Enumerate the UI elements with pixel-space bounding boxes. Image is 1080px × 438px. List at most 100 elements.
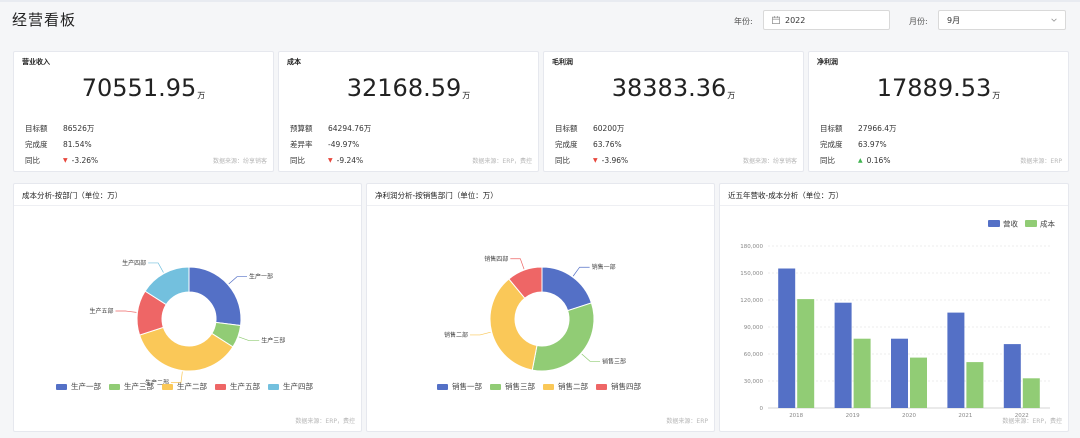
legend-swatch xyxy=(543,383,554,390)
legend-swatch xyxy=(596,383,607,390)
bar-revenue[interactable] xyxy=(947,312,965,408)
legend-swatch xyxy=(109,383,120,390)
kpi-row: 预算额 64294.76万 xyxy=(290,124,372,133)
bar-revenue[interactable] xyxy=(1003,344,1021,408)
bar-cost[interactable] xyxy=(1022,378,1040,408)
net-profit-by-sales-panel: 净利润分析-按销售部门（单位：万） 销售一部 销售三部 销售二部 销售四部 销售一部销… xyxy=(366,183,715,432)
legend-label: 生产三部 xyxy=(124,382,154,391)
slice-label: 生产一部 xyxy=(249,273,273,281)
legend-swatch xyxy=(215,383,226,390)
divider xyxy=(367,205,714,206)
slice-label: 生产三部 xyxy=(261,337,285,345)
kpi-title: 成本 xyxy=(287,58,301,66)
y-tick-label: 180,000 xyxy=(740,244,763,250)
kpi-value: 70551.95万 xyxy=(81,74,206,102)
y-tick-label: 150,000 xyxy=(740,271,763,277)
legend-item[interactable]: 生产二部 xyxy=(162,381,207,392)
trend-down-icon: ▼ xyxy=(328,157,333,164)
legend-swatch xyxy=(490,383,501,390)
legend-label: 销售三部 xyxy=(505,382,535,391)
trend-down-icon: ▼ xyxy=(63,157,68,164)
data-source: 数据来源：纷享销客 xyxy=(742,158,797,165)
bar-revenue[interactable] xyxy=(891,338,908,408)
bar-revenue[interactable] xyxy=(778,268,796,409)
x-tick-label: 2019 xyxy=(846,413,860,419)
legend-label[interactable]: 营收 xyxy=(1003,219,1018,229)
kpi-row: 差异率 -49.97% xyxy=(290,140,360,149)
legend-label: 生产二部 xyxy=(177,382,207,391)
slice-label-line xyxy=(238,336,260,342)
data-source: 数据来源：ERP，费控 xyxy=(295,418,355,425)
y-tick-label: 120,000 xyxy=(740,298,763,304)
kpi-value: 32168.59万 xyxy=(346,74,471,102)
kpi-value: 38383.36万 xyxy=(611,74,736,102)
kpi-card-cost: 成本 32168.59万 预算额 64294.76万 差异率 -49.97% 同比 ▼… xyxy=(278,51,539,172)
revenue-cost-trend-panel: 近五年营收-成本分析（单位：万） 0 30,000 60,000 90,000 120,… xyxy=(719,183,1069,432)
kpi-row: 同比 ▼ -3.96% xyxy=(555,156,629,165)
bar-revenue[interactable] xyxy=(834,302,852,408)
kpi-title: 营业收入 xyxy=(22,58,50,66)
month-select[interactable]: 9月 xyxy=(938,10,1066,30)
slice-label-line xyxy=(470,331,491,336)
kpi-row: 完成度 63.76% xyxy=(555,140,622,149)
donut-slice[interactable] xyxy=(188,266,242,327)
page-title: 经营看板 xyxy=(12,11,77,29)
legend-item[interactable]: 生产三部 xyxy=(109,381,154,392)
cost-legend: 生产一部 生产三部 生产二部 生产五部 生产四部 xyxy=(56,381,321,392)
legend-label: 生产四部 xyxy=(283,382,313,391)
chevron-down-icon xyxy=(1051,18,1057,22)
slice-label-line xyxy=(581,353,601,362)
kpi-row: 同比 ▼ -9.24% xyxy=(290,156,364,165)
donut-slice[interactable] xyxy=(531,302,595,372)
legend-item[interactable]: 销售三部 xyxy=(490,381,535,392)
cost-donut-chart: 生产一部生产三部生产二部生产五部生产四部 xyxy=(89,259,285,387)
legend-item[interactable]: 生产一部 xyxy=(56,381,101,392)
cost-by-department-panel: 成本分析-按部门（单位：万） 生产一部 生产三部 生产二部 生产五部 生产四部 生产一部… xyxy=(13,183,362,432)
data-source: 数据来源：ERP xyxy=(666,418,708,425)
slice-label-line xyxy=(510,258,525,270)
legend-item[interactable]: 销售一部 xyxy=(437,381,482,392)
kpi-row: 同比 ▲ 0.16% xyxy=(820,156,891,165)
legend-item[interactable]: 生产四部 xyxy=(268,381,313,392)
bar-cost[interactable] xyxy=(797,299,815,408)
bar-cost[interactable] xyxy=(910,357,927,408)
kpi-row: 同比 ▼ -3.26% xyxy=(25,156,99,165)
panel-title: 近五年营收-成本分析（单位：万） xyxy=(728,191,844,200)
panel-title: 成本分析-按部门（单位：万） xyxy=(22,191,123,200)
legend-swatch xyxy=(268,383,279,390)
donut-slice[interactable] xyxy=(541,266,593,312)
profit-legend: 销售一部 销售三部 销售二部 销售四部 xyxy=(437,381,649,392)
kpi-card-revenue: 营业收入 70551.95万 目标额 86526万 完成度 81.54% 同比 ▼ -3… xyxy=(13,51,274,172)
legend-swatch[interactable] xyxy=(988,220,1000,227)
month-value: 9月 xyxy=(947,15,961,25)
slice-label: 生产四部 xyxy=(122,259,146,267)
slice-label: 销售三部 xyxy=(602,357,626,365)
legend-label[interactable]: 成本 xyxy=(1040,219,1056,229)
trend-up-icon: ▲ xyxy=(858,157,863,164)
trend-down-icon: ▼ xyxy=(593,157,598,164)
legend-label: 生产一部 xyxy=(71,382,101,391)
year-value: 2022 xyxy=(785,15,806,25)
legend-item[interactable]: 销售二部 xyxy=(543,381,588,392)
data-source: 数据来源：ERP，费控 xyxy=(472,158,532,165)
legend-item[interactable]: 生产五部 xyxy=(215,381,260,392)
legend-label: 销售四部 xyxy=(611,382,641,391)
y-tick-label: 60,000 xyxy=(744,352,764,358)
bar-cost[interactable] xyxy=(966,362,984,408)
legend-item[interactable]: 销售四部 xyxy=(596,381,641,392)
x-tick-label: 2020 xyxy=(902,413,916,419)
y-tick-label: 30,000 xyxy=(744,379,764,385)
year-picker[interactable]: 2022 xyxy=(763,10,890,30)
bar-cost[interactable] xyxy=(853,338,871,408)
kpi-row: 目标额 86526万 xyxy=(25,124,95,133)
x-tick-label: 2018 xyxy=(789,413,803,419)
legend-swatch xyxy=(56,383,67,390)
y-tick-label: 90,000 xyxy=(744,325,764,331)
x-tick-label: 2021 xyxy=(958,413,972,419)
legend-swatch[interactable] xyxy=(1025,220,1037,227)
panel-title: 净利润分析-按销售部门（单位：万） xyxy=(375,191,498,200)
revenue-cost-bar-chart: 0 30,000 60,000 90,000 120,000 150,000 180,000… xyxy=(740,219,1056,420)
kpi-row: 目标额 60200万 xyxy=(555,124,625,133)
slice-label-line xyxy=(148,262,164,273)
legend-label: 销售二部 xyxy=(558,382,588,391)
